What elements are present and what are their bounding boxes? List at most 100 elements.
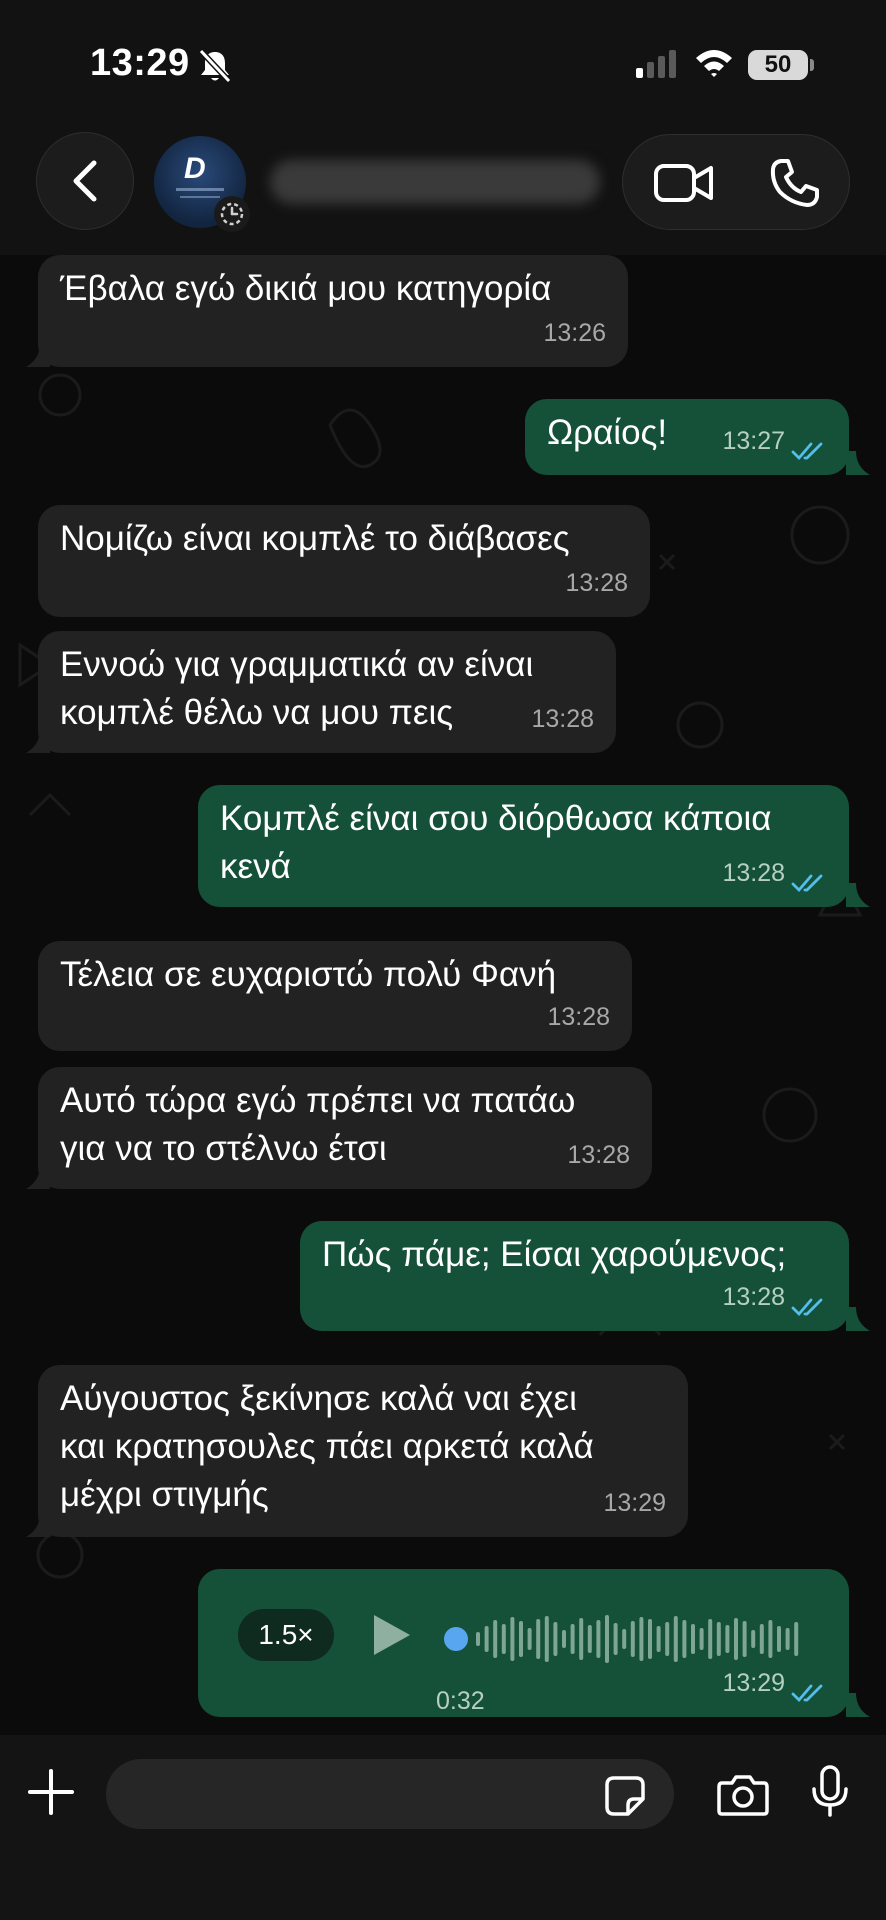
- message-bubble-incoming[interactable]: Νομίζω είναι κομπλέ το διάβασες 13:28: [38, 505, 650, 617]
- chat-header: D: [0, 130, 886, 255]
- waveform-bar: [725, 1625, 730, 1653]
- waveform-bar: [579, 1618, 584, 1660]
- chevron-left-icon: [73, 160, 97, 202]
- waveform-bar: [691, 1624, 695, 1654]
- message-bubble-outgoing[interactable]: Κομπλέ είναι σου διόρθωσα κάποια κενά 13…: [198, 785, 849, 907]
- play-icon: [374, 1615, 410, 1655]
- waveform-bar: [544, 1616, 549, 1662]
- message-text: Έβαλα εγώ δικιά μου κατηγορία: [60, 269, 552, 308]
- chat-area[interactable]: Έβαλα εγώ δικιά μου κατηγορία 13:26 Ωραί…: [0, 255, 886, 1735]
- message-time: 13:29: [722, 1669, 785, 1697]
- video-call-button[interactable]: [653, 161, 715, 210]
- avatar-logo-line: [176, 188, 224, 191]
- waveform-bar: [613, 1623, 618, 1655]
- waveform-bar: [596, 1620, 601, 1658]
- playback-speed-button[interactable]: 1.5×: [238, 1609, 334, 1661]
- message-time: 13:28: [531, 705, 594, 733]
- waveform-bar: [777, 1626, 781, 1652]
- disappearing-timer-icon: [214, 196, 250, 232]
- read-ticks-icon: [791, 442, 823, 461]
- waveform-bar: [639, 1617, 644, 1661]
- message-bubble-outgoing[interactable]: Ωραίος! 13:27: [525, 399, 849, 475]
- waveform-bar: [648, 1619, 652, 1659]
- bubble-tail: [26, 729, 50, 753]
- message-time: 13:28: [722, 1283, 785, 1311]
- waveform-bar: [493, 1620, 498, 1658]
- message-bubble-incoming[interactable]: Τέλεια σε ευχαριστώ πολύ Φανή 13:28: [38, 941, 632, 1051]
- read-ticks-icon: [791, 1298, 823, 1317]
- message-time: 13:29: [603, 1489, 666, 1517]
- contact-avatar[interactable]: D: [154, 136, 250, 232]
- message-time: 13:28: [567, 1141, 630, 1169]
- voice-message-bubble[interactable]: 1.5× 0:32 13:29: [198, 1569, 849, 1717]
- read-ticks-icon: [791, 874, 823, 893]
- message-bubble-incoming[interactable]: Έβαλα εγώ δικιά μου κατηγορία 13:26: [38, 255, 628, 367]
- bubble-tail: [846, 451, 870, 475]
- message-text: Εννοώ για γραμματικά αν είναι κομπλέ θέλ…: [60, 645, 534, 732]
- video-camera-icon: [654, 164, 713, 202]
- microphone-icon: [812, 1765, 848, 1817]
- waveform-bar: [536, 1619, 541, 1659]
- waveform-bar: [510, 1617, 515, 1661]
- message-bubble-incoming[interactable]: Εννοώ για γραμματικά αν είναι κομπλέ θέλ…: [38, 631, 616, 753]
- waveform-bar: [630, 1621, 635, 1657]
- message-time: 13:28: [565, 569, 628, 597]
- read-ticks-icon: [791, 1684, 823, 1703]
- bubble-tail: [26, 1165, 50, 1189]
- message-input[interactable]: [106, 1759, 674, 1829]
- microphone-button[interactable]: [810, 1765, 850, 1824]
- message-time: 13:27: [722, 427, 785, 455]
- attach-button[interactable]: [26, 1767, 76, 1822]
- waveform-bar: [622, 1629, 627, 1649]
- message-bubble-outgoing[interactable]: Πώς πάμε; Είσαι χαρούμενος; 13:28: [300, 1221, 849, 1331]
- waveform-bar: [476, 1632, 480, 1646]
- waveform-bar: [570, 1624, 575, 1654]
- avatar-logo-line: [180, 196, 220, 198]
- camera-icon: [717, 1775, 769, 1816]
- message-time: 13:26: [543, 319, 606, 347]
- waveform-bar: [553, 1622, 558, 1656]
- waveform-bar: [673, 1616, 678, 1662]
- waveform-bar: [734, 1618, 738, 1660]
- voice-call-button[interactable]: [769, 157, 821, 214]
- waveform-bar: [768, 1620, 773, 1658]
- waveform-bar: [751, 1630, 756, 1648]
- waveform-bar: [699, 1628, 704, 1650]
- camera-button[interactable]: [716, 1773, 770, 1822]
- waveform-bar: [742, 1621, 747, 1657]
- message-text: Πώς πάμε; Είσαι χαρούμενος;: [322, 1235, 787, 1274]
- sticker-button[interactable]: [604, 1775, 646, 1822]
- battery-indicator: 50: [748, 50, 808, 80]
- voice-duration: 0:32: [436, 1687, 485, 1715]
- message-bubble-incoming[interactable]: Αυτό τώρα εγώ πρέπει να πατάω για να το …: [38, 1067, 652, 1189]
- message-bubble-incoming[interactable]: Αύγουστος ξεκίνησε καλά ναι έχει και κρα…: [38, 1365, 688, 1537]
- waveform-bar: [501, 1624, 506, 1654]
- back-button[interactable]: [36, 132, 134, 230]
- waveform-bar: [587, 1625, 592, 1653]
- waveform-bar: [682, 1620, 687, 1658]
- contact-name[interactable]: [270, 160, 600, 204]
- waveform-bar: [759, 1624, 764, 1654]
- bell-off-icon: [198, 48, 232, 89]
- message-text: Νομίζω είναι κομπλέ το διάβασες: [60, 519, 570, 558]
- plus-icon: [28, 1769, 74, 1815]
- message-input-bar: [0, 1735, 886, 1920]
- bubble-tail: [26, 1513, 50, 1537]
- waveform-bar: [708, 1619, 713, 1659]
- avatar-logo-letter: D: [184, 152, 206, 185]
- playback-position-dot[interactable]: [444, 1627, 468, 1651]
- waveform-bar: [484, 1626, 489, 1652]
- wifi-icon: [694, 48, 734, 83]
- waveform-bar: [519, 1621, 523, 1657]
- waveform-bar: [605, 1615, 609, 1663]
- play-button[interactable]: [370, 1613, 412, 1670]
- waveform-bar: [794, 1622, 799, 1656]
- message-text: Τέλεια σε ευχαριστώ πολύ Φανή: [60, 955, 557, 994]
- battery-tip: [810, 59, 814, 71]
- waveform-bar: [665, 1622, 670, 1656]
- status-time: 13:29: [90, 42, 190, 84]
- waveform-bar: [785, 1628, 790, 1650]
- phone-icon: [770, 159, 819, 207]
- status-bar: 13:29 50: [0, 0, 886, 130]
- sticker-icon: [605, 1776, 645, 1816]
